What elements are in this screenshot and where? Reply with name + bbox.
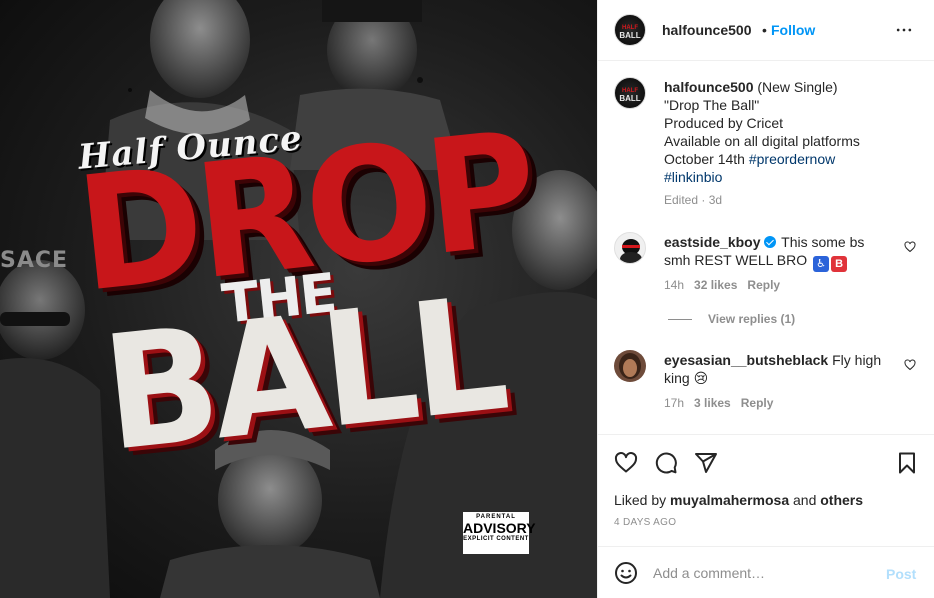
comment-2-text-1: Fly high [832,352,882,368]
view-replies-button[interactable]: View replies (1) [668,312,795,326]
comment-2-reply-button[interactable]: Reply [741,396,774,410]
caption-line-2: "Drop The Ball" [664,97,760,113]
comment-1-like-heart-icon[interactable] [904,241,916,253]
wheelchair-emoji-icon: ♿ [813,256,830,272]
comment-avatar[interactable] [614,350,646,382]
comment-1-likes[interactable]: 32 likes [694,278,737,292]
post-side-panel: HALF BALL halfounce500 • Follow HALF BAL… [597,0,934,598]
caption-avatar-logo-bottom: BALL [619,94,641,103]
comment-1-line-2: smh REST WELL BRO ♿ B [664,251,848,272]
comment-1-time: 14h [664,278,685,292]
liked-by-prefix: Liked by [614,492,671,508]
comment-1-meta: 14h 32 likes Reply [664,278,780,292]
post-header: HALF BALL halfounce500 • Follow [598,0,934,61]
advisory-line3: EXPLICIT CONTENT [463,536,529,542]
comment-2-text-2: king [664,370,690,386]
comment-2-like-heart-icon[interactable] [904,359,916,371]
caption-text-5: October 14th [664,151,749,167]
liked-by-others-link[interactable]: others [820,492,863,508]
background-side-text: SACE [0,248,69,273]
comment-1-line-1: eastside_kboy This some bs [664,233,864,251]
comment-avatar-image [619,353,641,379]
follow-button[interactable]: Follow [771,22,815,38]
comment-1-text-2: smh REST WELL BRO [664,252,808,268]
comment-2-time: 17h [664,396,685,410]
caption-line-1: halfounce500 (New Single) [664,78,838,96]
comment-2-username[interactable]: eyesasian__butsheblack [664,352,828,368]
crying-face-emoji-icon: 😢 [693,370,709,386]
comment-1-reply-button[interactable]: Reply [747,278,780,292]
header-username[interactable]: halfounce500 [662,22,751,38]
title-word-ball: BALL [95,263,511,487]
post-image[interactable]: SACE Half Ounce DROP THE BALL PARENTAL A… [0,0,597,598]
header-separator: • [762,22,767,38]
post-container: SACE Half Ounce DROP THE BALL PARENTAL A… [0,0,934,598]
add-comment-bar: Post [598,546,934,598]
hashtag-preordernow[interactable]: #preordernow [749,151,835,167]
view-replies-label: View replies (1) [708,312,796,326]
comment-input[interactable] [653,563,873,583]
caption-line-4: Available on all digital platforms [664,133,860,149]
more-horizontal-icon[interactable] [894,20,914,40]
emoji-smile-icon[interactable] [614,561,638,585]
verified-badge-icon [763,236,776,248]
caption-username[interactable]: halfounce500 [664,79,753,95]
advisory-line2: ADVISORY [463,520,536,536]
comment-2-meta: 17h 3 likes Reply [664,396,773,410]
caption-line-6: #linkinbio [664,168,722,186]
parental-advisory-label: PARENTAL ADVISORY EXPLICIT CONTENT [463,512,536,554]
share-icon[interactable] [694,451,718,475]
hashtag-linkinbio[interactable]: #linkinbio [664,169,722,185]
avatar[interactable]: HALF BALL [614,14,646,46]
comments-section: HALF BALL halfounce500 (New Single) "Dro… [598,61,934,434]
liked-by-text: Liked by muyalmahermosa and others [614,492,863,508]
liked-by-and: and [789,492,821,508]
caption-avatar-logo: HALF BALL [617,87,643,103]
caption-line-3: Produced by Cricet [664,115,784,131]
comment-icon[interactable] [654,451,678,475]
caption-text-1: (New Single) [757,79,838,95]
comment-avatar[interactable] [614,232,646,264]
post-comment-button[interactable]: Post [886,566,916,582]
avatar-logo: HALF BALL [617,24,643,40]
post-actions: Liked by muyalmahermosa and others 4 DAY… [598,434,934,546]
avatar-logo-bottom: BALL [619,31,641,40]
post-date[interactable]: 4 DAYS AGO [614,517,676,528]
b-button-emoji-icon: B [831,256,848,272]
comment-2-likes[interactable]: 3 likes [694,396,731,410]
caption-avatar[interactable]: HALF BALL [614,77,646,109]
caption-meta: Edited · 3d [664,193,723,207]
caption-line-5: October 14th #preordernow [664,150,835,168]
comment-avatar-image [620,239,642,263]
liked-by-user-link[interactable]: muyalmahermosa [670,492,789,508]
comment-2-line-2: king 😢 [664,369,708,387]
bookmark-icon[interactable] [895,451,919,475]
comment-2-line-1: eyesasian__butsheblack Fly high [664,351,881,369]
heart-icon[interactable] [614,451,638,475]
comment-1-username[interactable]: eastside_kboy [664,234,761,250]
comment-1-text-1: This some bs [781,234,865,250]
view-replies-line [668,319,692,321]
